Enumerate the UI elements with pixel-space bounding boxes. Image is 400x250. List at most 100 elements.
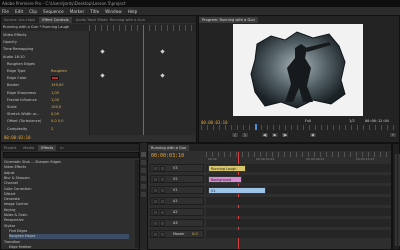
hand-tool-icon[interactable]: [141, 192, 146, 197]
effect-property-value[interactable]: 0,0 0,0: [51, 118, 64, 124]
effects-list-item[interactable]: Distort: [4, 192, 15, 197]
effect-property-label[interactable]: Edge Sharpness: [7, 90, 36, 96]
effect-property-label[interactable]: Fractal Influence: [7, 97, 37, 103]
scrollbar[interactable]: [135, 160, 139, 248]
track-select-tool-icon[interactable]: [141, 160, 146, 165]
tab-project[interactable]: Project: [1, 145, 19, 151]
effect-property-value[interactable]: 1,00: [51, 90, 59, 96]
lock-icon[interactable]: [160, 199, 165, 204]
toggle-output-icon[interactable]: [153, 199, 158, 204]
step-forward-icon[interactable]: |▶: [281, 132, 289, 138]
lock-icon[interactable]: [160, 210, 165, 215]
tab-source[interactable]: Source: (no clips): [1, 17, 38, 23]
effect-property-label[interactable]: Opacity: [3, 39, 17, 45]
track-header[interactable]: A2: [150, 208, 204, 216]
effect-property-value[interactable]: Roughen: [51, 68, 67, 74]
play-button[interactable]: ▶: [271, 132, 279, 138]
effect-property-label[interactable]: Offset (Turbulence): [7, 118, 41, 124]
tab-program[interactable]: Program: Running with a Gun: [199, 17, 258, 23]
track-lane[interactable]: [206, 208, 391, 216]
tab-info[interactable]: In: [57, 145, 66, 151]
toggle-output-icon[interactable]: [153, 232, 158, 237]
selection-tool-icon[interactable]: [141, 152, 146, 157]
menu-title[interactable]: Title: [90, 9, 99, 14]
menu-sequence[interactable]: Sequence: [43, 9, 64, 14]
toggle-output-icon[interactable]: [153, 188, 158, 193]
track-lane[interactable]: [206, 230, 391, 238]
toggle-output-icon[interactable]: [153, 177, 158, 182]
timeline-clip[interactable]: V1: [208, 186, 266, 194]
timeline-clip[interactable]: Running Laugh: [208, 164, 246, 172]
tab-sequence[interactable]: Running with a Gun: [148, 145, 190, 151]
effect-property-value[interactable]: 2: [51, 126, 53, 132]
effects-list-item[interactable]: Adjust: [4, 171, 15, 176]
effect-property-label[interactable]: Roughen Edges: [7, 61, 35, 67]
menu-file[interactable]: File: [2, 9, 9, 14]
effect-property-label[interactable]: Stretch Width or...: [7, 111, 39, 117]
track-header[interactable]: V3: [150, 164, 204, 172]
settings-icon[interactable]: +: [389, 132, 397, 138]
effects-search-input[interactable]: [3, 152, 139, 158]
effects-list-item[interactable]: Image Control: [4, 202, 28, 207]
toggle-output-icon[interactable]: [153, 166, 158, 171]
track-header[interactable]: V1: [150, 186, 204, 194]
ripple-edit-tool-icon[interactable]: [141, 168, 146, 173]
effects-list-item[interactable]: Perspective: [4, 218, 24, 223]
effect-property-value[interactable]: 1,00: [51, 97, 59, 103]
edge-color-swatch[interactable]: [51, 76, 59, 81]
effects-list-item[interactable]: Video Effects: [4, 165, 26, 170]
effect-property-value[interactable]: 100,0: [51, 104, 61, 110]
toggle-output-icon[interactable]: [153, 221, 158, 226]
mark-out-button[interactable]: }: [241, 132, 249, 138]
track-lane[interactable]: [206, 219, 391, 227]
tab-media[interactable]: Media: [20, 145, 37, 151]
effects-list-item[interactable]: Find Edges: [9, 229, 27, 234]
effects-list-item[interactable]: Channel: [4, 181, 18, 186]
mark-in-button[interactable]: {: [231, 132, 239, 138]
effects-list-item[interactable]: Roughen Edges: [9, 234, 129, 240]
effects-list-item[interactable]: Cinematic Shot ... Sharpen Edges: [4, 160, 61, 165]
effect-property-value[interactable]: 159,00: [51, 82, 64, 88]
fit-dropdown[interactable]: Full: [305, 119, 311, 123]
effects-list-item[interactable]: Stylize: [4, 224, 15, 229]
zoom-dropdown[interactable]: 1/2: [349, 119, 355, 123]
track-header[interactable]: A3: [150, 219, 204, 227]
master-volume[interactable]: 0.0: [192, 231, 198, 237]
effect-property-label[interactable]: Complexity: [7, 126, 27, 132]
effect-property-label[interactable]: Audio 16:10: [3, 54, 25, 60]
toggle-output-icon[interactable]: [153, 210, 158, 215]
timeline-timecode[interactable]: 00:00:03:10: [151, 153, 184, 159]
effects-list-item[interactable]: Keying: [4, 208, 15, 213]
step-back-icon[interactable]: ◀|: [261, 132, 269, 138]
effects-list-item[interactable]: Edge Feather: [9, 245, 32, 250]
menu-clip[interactable]: Clip: [29, 9, 37, 14]
effect-property-label[interactable]: Scale: [7, 104, 17, 110]
effect-property-label[interactable]: Edge Type: [7, 68, 25, 74]
razor-tool-icon[interactable]: [141, 176, 146, 181]
effect-property-label[interactable]: Video Effects: [3, 32, 26, 38]
menu-window[interactable]: Window: [105, 9, 122, 14]
lock-icon[interactable]: [160, 232, 165, 237]
lock-icon[interactable]: [160, 166, 165, 171]
effect-property-label[interactable]: Time Remapping: [3, 46, 33, 52]
effects-list-item[interactable]: Blur & Sharpen: [4, 176, 30, 181]
effect-property-label[interactable]: Edge Color: [7, 75, 27, 81]
effect-property-value[interactable]: 0,00: [51, 111, 59, 117]
effects-list-item[interactable]: Generate: [4, 197, 20, 202]
program-scrub-bar[interactable]: [201, 125, 397, 130]
tab-effects[interactable]: Effects: [38, 145, 57, 151]
effect-property-label[interactable]: Border: [7, 82, 19, 88]
track-lane[interactable]: [206, 197, 391, 205]
effect-playhead[interactable]: [143, 25, 144, 135]
lock-icon[interactable]: [160, 188, 165, 193]
effects-list-item[interactable]: Color Correction: [4, 187, 31, 192]
menu-edit[interactable]: Edit: [15, 9, 23, 14]
program-playhead[interactable]: [255, 124, 257, 130]
timeline-clip[interactable]: Background: [208, 175, 242, 183]
track-header[interactable]: A1: [150, 197, 204, 205]
pen-tool-icon[interactable]: [141, 184, 146, 189]
menu-help[interactable]: Help: [128, 9, 138, 14]
effects-list-item[interactable]: Transition: [4, 240, 20, 245]
track-header[interactable]: V2: [150, 175, 204, 183]
export-frame-icon[interactable]: ◉: [309, 132, 317, 138]
